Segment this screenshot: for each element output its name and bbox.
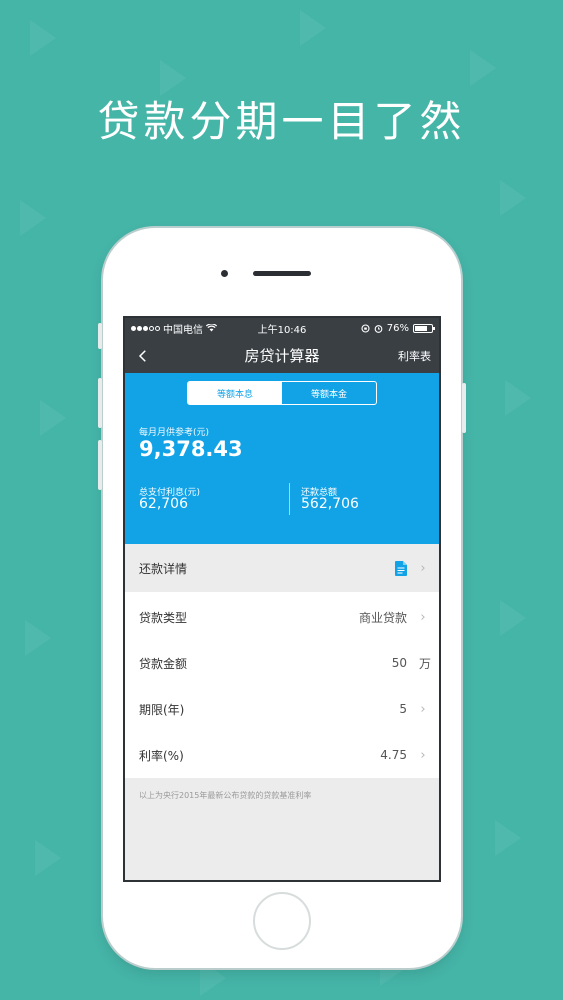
clock: 上午10:46 [257,324,307,336]
navigation-bar: 房贷计算器 利率表 [125,338,439,373]
row-label: 贷款金额 [139,656,188,671]
row-value: 4.75 [380,748,407,762]
page-title: 房贷计算器 [244,347,320,365]
loan-term-row[interactable]: 期限(年) 5 › [125,686,439,732]
chevron-right-icon: › [420,560,426,576]
interest-rate-row[interactable]: 利率(%) 4.75 › [125,732,439,778]
document-icon [395,560,407,576]
loan-parameters-list: 贷款类型 商业贷款 › 贷款金额 50 万 期限(年) 5 › 利率(%) 4.… [125,592,439,778]
battery-icon [413,323,435,333]
rate-table-button[interactable]: 利率表 [398,348,431,364]
tab-equal-principal[interactable]: 等额本金 [282,382,376,404]
unit-label: 万 [419,656,432,671]
status-bar: 中国电信 上午10:46 76% [125,318,439,338]
tab-equal-installment[interactable]: 等额本息 [188,382,282,404]
silent-switch [98,323,102,349]
repayment-details-label: 还款详情 [139,561,188,576]
power-button [462,383,466,433]
earpiece-speaker [253,271,311,276]
loan-amount-input[interactable]: 50 [392,656,407,670]
front-camera [221,270,228,277]
phone-frame: 中国电信 上午10:46 76% 房贷计算器 利率表 等额本息 等额本金 每月月… [98,228,466,968]
volume-up-button [98,378,102,428]
loan-amount-row[interactable]: 贷款金额 50 万 [125,640,439,686]
row-value: 5 [399,702,407,716]
total-interest-value: 62,706 [139,496,188,512]
repayment-details-row[interactable]: 还款详情 › [125,544,439,592]
total-repayment-value: 562,706 [301,496,359,512]
chevron-right-icon: › [420,609,426,625]
headline: 贷款分期一目了然 [97,97,466,146]
chevron-right-icon: › [420,701,426,717]
loan-type-row[interactable]: 贷款类型 商业贷款 › [125,594,439,640]
summary-divider [289,483,290,515]
summary-panel: 等额本息 等额本金 每月月供参考(元) 9,378.43 总支付利息(元) 62… [125,373,439,544]
repayment-method-tabs: 等额本息 等额本金 [187,381,377,405]
chevron-right-icon: › [420,747,426,763]
monthly-payment-value: 9,378.43 [139,437,243,461]
row-label: 期限(年) [139,702,185,717]
row-label: 利率(%) [139,748,184,763]
rate-footnote: 以上为央行2015年最新公布贷款的贷款基准利率 [125,778,439,813]
volume-down-button [98,440,102,490]
row-label: 贷款类型 [139,610,188,625]
phone-screen: 中国电信 上午10:46 76% 房贷计算器 利率表 等额本息 等额本金 每月月… [123,316,441,882]
home-button[interactable] [253,892,311,950]
chevron-left-icon[interactable] [133,347,149,365]
row-value: 商业贷款 [358,610,407,625]
